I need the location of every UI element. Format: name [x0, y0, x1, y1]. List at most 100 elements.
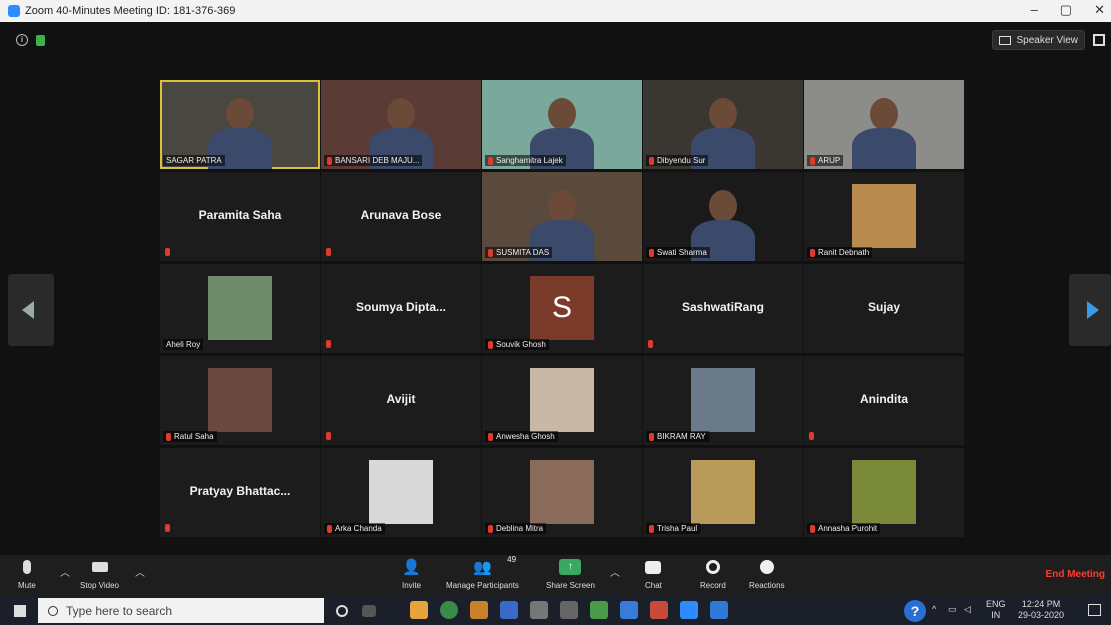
mute-button[interactable]: Mute: [18, 557, 36, 590]
participant-tile[interactable]: Aheli Roy: [160, 264, 320, 353]
notification-icon[interactable]: [1088, 604, 1101, 616]
profile-picture: [691, 460, 755, 524]
participant-count: 49: [507, 555, 517, 564]
participant-name: Sanghamitra Lajek: [496, 156, 563, 165]
taskbar-search-box[interactable]: Type here to search: [38, 598, 324, 623]
encryption-lock-icon[interactable]: [36, 35, 45, 46]
video-camera-icon: [91, 562, 108, 572]
minimize-button[interactable]: –: [1031, 2, 1038, 18]
powerpoint-icon[interactable]: [650, 601, 668, 619]
participant-tile[interactable]: Swati Sharma: [643, 172, 803, 261]
participant-tile[interactable]: Trisha Paul: [643, 448, 803, 537]
zoom-taskbar-icon[interactable]: [680, 601, 698, 619]
language-indicator[interactable]: ENG IN: [986, 599, 1006, 621]
name-tag: Swati Sharma: [646, 247, 710, 258]
name-tag: BANSARI DEB MAJU...: [324, 155, 423, 166]
video-options-caret-icon[interactable]: ︿: [135, 564, 145, 579]
participant-tile[interactable]: Soumya Dipta...: [321, 264, 481, 353]
chat-button[interactable]: Chat: [645, 557, 662, 590]
avatar-initial: S: [530, 276, 594, 340]
next-page-button[interactable]: [1069, 274, 1111, 346]
speaker-view-button[interactable]: Speaker View: [992, 30, 1085, 50]
muted-mic-icon: [649, 156, 654, 165]
name-tag: Ranit Debnath: [807, 247, 873, 258]
participant-name: Arunava Bose: [360, 208, 442, 222]
app-icon-3[interactable]: [560, 601, 578, 619]
tray-expand-icon[interactable]: ^: [932, 604, 936, 615]
task-view-icon[interactable]: [362, 605, 376, 617]
participant-tile[interactable]: Anwesha Ghosh: [482, 356, 642, 445]
participant-name: Sujay: [867, 300, 900, 314]
app-icon-2[interactable]: [500, 601, 518, 619]
participant-tile[interactable]: SashwatiRang: [643, 264, 803, 353]
participant-tile[interactable]: Arka Chanda: [321, 448, 481, 537]
app-icon-4[interactable]: [590, 601, 608, 619]
participant-tile[interactable]: Avijit: [321, 356, 481, 445]
participant-tile[interactable]: Arunava Bose: [321, 172, 481, 261]
participant-tile[interactable]: SUSMITA DAS: [482, 172, 642, 261]
participant-tile[interactable]: Dibyendu Sur: [643, 80, 803, 169]
audio-options-caret-icon[interactable]: ︿: [60, 564, 70, 579]
participant-tile[interactable]: Sanghamitra Lajek: [482, 80, 642, 169]
name-tag: Ratul Saha: [163, 431, 217, 442]
fullscreen-icon[interactable]: [1093, 34, 1105, 46]
name-tag: SAGAR PATRA: [163, 155, 225, 166]
participant-tile[interactable]: ARUP: [804, 80, 964, 169]
participant-tile[interactable]: Pratyay Bhattac...: [160, 448, 320, 537]
clock-time: 12:24 PM: [1021, 599, 1061, 609]
participant-tile[interactable]: Anindita: [804, 356, 964, 445]
reactions-button[interactable]: Reactions: [749, 557, 785, 590]
participant-tile[interactable]: S Souvik Ghosh: [482, 264, 642, 353]
file-explorer-icon[interactable]: [410, 601, 428, 619]
app-icon-1[interactable]: [470, 601, 488, 619]
participant-name: Swati Sharma: [657, 248, 707, 257]
volume-icon[interactable]: ◁: [964, 604, 971, 615]
invite-button[interactable]: 👤 Invite: [402, 557, 421, 590]
record-button[interactable]: Record: [700, 557, 726, 590]
profile-picture: [208, 368, 272, 432]
meeting-info-icon[interactable]: i: [16, 34, 28, 46]
participant-tile[interactable]: SAGAR PATRA: [160, 80, 320, 169]
participant-name: Souvik Ghosh: [496, 340, 546, 349]
name-tag: Anwesha Ghosh: [485, 431, 558, 442]
end-meeting-button[interactable]: End Meeting: [1046, 569, 1105, 580]
participant-tile[interactable]: Ratul Saha: [160, 356, 320, 445]
mute-label: Mute: [18, 581, 36, 590]
participant-video: [548, 190, 576, 222]
muted-mic-icon: [326, 248, 331, 256]
muted-mic-icon: [488, 156, 493, 165]
chrome-icon[interactable]: [440, 601, 458, 619]
participant-name: Annasha Purohit: [818, 524, 878, 533]
chat-icon: [645, 560, 662, 574]
name-tag: ARUP: [807, 155, 844, 166]
battery-icon[interactable]: ▭: [948, 604, 957, 615]
participant-tile[interactable]: Paramita Saha: [160, 172, 320, 261]
calculator-icon[interactable]: [530, 601, 548, 619]
participant-tile[interactable]: Sujay: [804, 264, 964, 353]
share-screen-label: Share Screen: [546, 581, 595, 590]
help-icon[interactable]: ?: [904, 600, 926, 622]
maximize-button[interactable]: ▢: [1060, 2, 1072, 18]
participant-tile[interactable]: Annasha Purohit: [804, 448, 964, 537]
participant-tile[interactable]: BIKRAM RAY: [643, 356, 803, 445]
name-tag: Arka Chanda: [324, 523, 385, 534]
app-icon-5[interactable]: [620, 601, 638, 619]
participant-tile[interactable]: BANSARI DEB MAJU...: [321, 80, 481, 169]
share-screen-button[interactable]: ↑ Share Screen: [546, 557, 595, 590]
close-button[interactable]: ✕: [1094, 2, 1105, 18]
participant-name: Aheli Roy: [166, 340, 201, 349]
manage-participants-button[interactable]: 👥 49 Manage Participants: [446, 555, 519, 590]
participant-tile[interactable]: Deblina Mitra: [482, 448, 642, 537]
stop-video-button[interactable]: Stop Video: [80, 557, 119, 590]
profile-picture: [691, 368, 755, 432]
previous-page-button[interactable]: [8, 274, 54, 346]
participant-video-body: [852, 128, 916, 169]
clock[interactable]: 12:24 PM 29-03-2020: [1018, 599, 1064, 621]
windows-start-icon[interactable]: [14, 605, 26, 617]
zoom-taskbar-icon-2[interactable]: [710, 601, 728, 619]
cortana-icon[interactable]: [336, 605, 348, 617]
share-options-caret-icon[interactable]: ︿: [610, 564, 620, 579]
participant-name: BANSARI DEB MAJU...: [335, 156, 420, 165]
participant-tile[interactable]: Ranit Debnath: [804, 172, 964, 261]
participant-name: Avijit: [386, 392, 416, 406]
